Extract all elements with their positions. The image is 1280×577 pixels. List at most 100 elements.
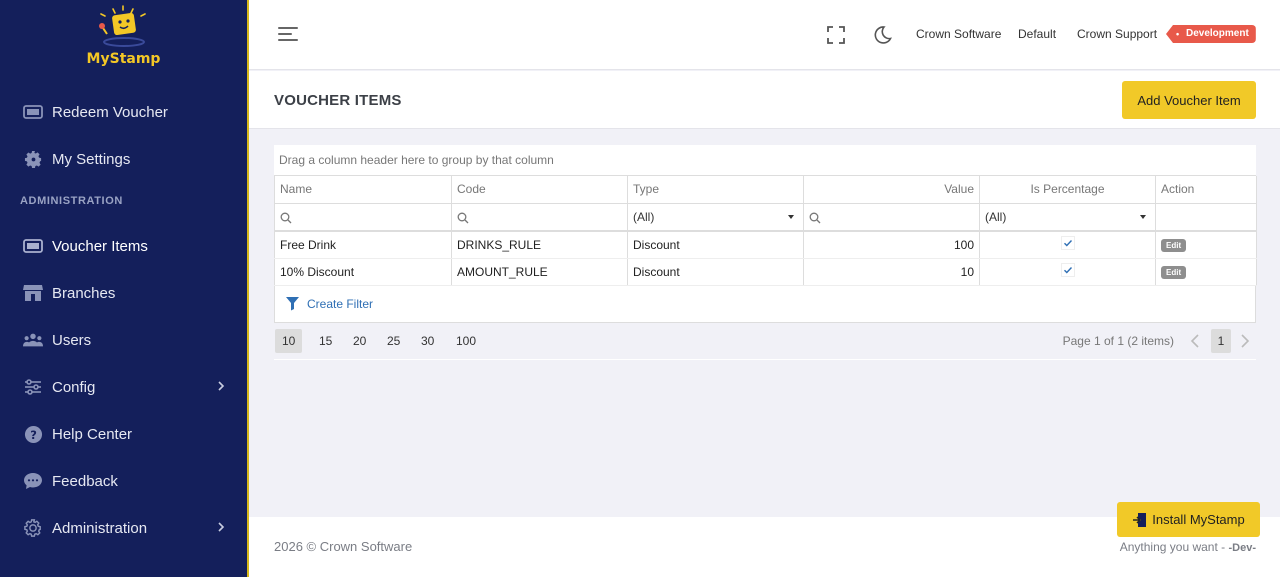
cell-action: Edit [1155, 258, 1257, 286]
page-header: VOUCHER ITEMS Add Voucher Item [249, 71, 1280, 129]
column-header-value[interactable]: Value [803, 176, 980, 204]
header-row: Name Code Type Value Is Percentage Actio… [274, 176, 1257, 204]
sidebar-item-label: Administration [52, 519, 148, 537]
install-app-button[interactable]: Install MyStamp [1117, 502, 1260, 537]
sidebar-item-config[interactable]: Config [0, 367, 247, 407]
sidebar-section-title: ADMINISTRATION [20, 195, 123, 207]
create-filter-link[interactable]: Create Filter [274, 285, 1256, 323]
page-size-option[interactable]: 20 [346, 329, 373, 353]
hamburger-menu-icon[interactable] [278, 27, 300, 43]
page-title: VOUCHER ITEMS [274, 92, 402, 109]
sidebar-item-help-center[interactable]: ? Help Center [0, 414, 247, 454]
checkmark-icon [1060, 263, 1075, 277]
top-header: Crown Software Default Crown Support Dev… [249, 0, 1280, 70]
table-row[interactable]: 10% Discount AMOUNT_RULE Discount 10 Edi… [274, 258, 1257, 286]
sliders-icon [23, 377, 43, 397]
add-voucher-item-button[interactable]: Add Voucher Item [1122, 81, 1256, 119]
voucher-items-grid: Drag a column header here to group by th… [274, 145, 1257, 360]
cell-value: 100 [803, 231, 980, 259]
environment-badge: Development [1166, 25, 1256, 43]
sidebar-item-label: Feedback [52, 472, 118, 490]
users-icon [23, 330, 43, 350]
dropdown-caret-icon [1140, 214, 1146, 219]
footer-tagline-bold: -Dev- [1228, 542, 1256, 554]
filter-code-input[interactable] [451, 203, 628, 232]
pager: 10 15 20 25 30 100 Page 1 of 1 (2 items)… [274, 322, 1256, 359]
page-size-option[interactable]: 15 [312, 329, 339, 353]
cell-is-percentage [979, 258, 1156, 286]
edit-button[interactable]: Edit [1161, 266, 1187, 279]
filter-value-input[interactable] [803, 203, 980, 232]
column-header-type[interactable]: Type [627, 176, 804, 204]
sidebar-item-label: Config [52, 378, 96, 396]
sidebar-item-label: My Settings [52, 150, 131, 168]
footer-copyright: 2026 © Crown Software [274, 539, 413, 554]
filter-name-input[interactable] [274, 203, 452, 232]
install-door-icon [1133, 512, 1147, 527]
page-size-option[interactable]: 100 [449, 329, 483, 353]
column-header-action[interactable]: Action [1155, 176, 1257, 204]
install-button-label: Install MyStamp [1152, 512, 1245, 527]
cell-value: 10 [803, 258, 980, 286]
sidebar-item-voucher-items[interactable]: Voucher Items [0, 226, 247, 266]
svg-text:?: ? [30, 427, 37, 441]
sidebar-item-label: Redeem Voucher [52, 103, 168, 121]
page-size-option[interactable]: 30 [414, 329, 441, 353]
mascot-logo-icon [99, 5, 146, 47]
cell-code: DRINKS_RULE [451, 231, 628, 259]
sidebar-item-label: Voucher Items [52, 237, 148, 255]
dark-mode-moon-icon[interactable] [871, 24, 893, 46]
search-icon [809, 212, 821, 224]
edit-button[interactable]: Edit [1161, 239, 1187, 253]
footer-tagline-text: Anything you want - [1119, 540, 1229, 554]
sidebar-item-label: Branches [52, 284, 116, 302]
filter-type-value: (All) [633, 209, 655, 224]
sidebar: MyStamp Redeem Voucher My Settings ADMIN… [0, 0, 249, 577]
search-icon [457, 212, 469, 224]
filter-funnel-icon [286, 297, 299, 311]
header-link-default[interactable]: Default [1018, 27, 1056, 41]
voucher-icon [23, 102, 43, 122]
fullscreen-icon[interactable] [825, 24, 847, 46]
chevron-right-icon [218, 522, 225, 532]
filter-type-select[interactable]: (All) [627, 203, 804, 232]
filter-is-percentage-select[interactable]: (All) [979, 203, 1156, 232]
cell-type: Discount [627, 231, 804, 259]
brand-logo[interactable]: MyStamp [0, 0, 247, 72]
sidebar-item-redeem-voucher[interactable]: Redeem Voucher [0, 92, 247, 132]
create-filter-label: Create Filter [307, 296, 374, 311]
column-header-name[interactable]: Name [274, 176, 452, 204]
header-link-support[interactable]: Crown Support [1077, 27, 1157, 41]
table-row[interactable]: Free Drink DRINKS_RULE Discount 100 Edit [274, 231, 1257, 259]
page-size-option[interactable]: 25 [380, 329, 407, 353]
search-icon [280, 212, 292, 224]
page-size-option[interactable]: 10 [275, 328, 303, 353]
checkmark-icon [1060, 236, 1075, 251]
page-number-button[interactable]: 1 [1211, 328, 1231, 353]
data-table: Name Code Type Value Is Percentage Actio… [274, 176, 1257, 286]
cog-outline-icon [23, 518, 43, 538]
sidebar-item-my-settings[interactable]: My Settings [0, 139, 247, 179]
sidebar-item-branches[interactable]: Branches [0, 273, 247, 313]
sidebar-item-label: Users [52, 331, 92, 349]
group-panel: Drag a column header here to group by th… [274, 145, 1256, 176]
cell-code: AMOUNT_RULE [451, 258, 628, 286]
cell-action: Edit [1155, 231, 1257, 259]
sidebar-item-users[interactable]: Users [0, 320, 247, 360]
gear-icon [23, 149, 43, 169]
next-page-icon[interactable] [1240, 333, 1250, 349]
filter-is-percentage-value: (All) [985, 209, 1007, 224]
sidebar-item-label: Help Center [52, 425, 133, 443]
sidebar-item-feedback[interactable]: Feedback [0, 461, 247, 501]
chevron-right-icon [218, 381, 225, 391]
header-link-company[interactable]: Crown Software [916, 27, 1001, 41]
prev-page-icon[interactable] [1190, 333, 1200, 349]
sidebar-item-administration[interactable]: Administration [0, 508, 247, 548]
filter-row: (All) (All) [274, 203, 1257, 232]
column-header-code[interactable]: Code [451, 176, 628, 204]
filter-action-cell [1155, 203, 1257, 232]
dropdown-caret-icon [788, 214, 794, 219]
cell-is-percentage [979, 231, 1156, 259]
voucher-icon [23, 236, 43, 256]
column-header-is-percentage[interactable]: Is Percentage [979, 176, 1156, 204]
